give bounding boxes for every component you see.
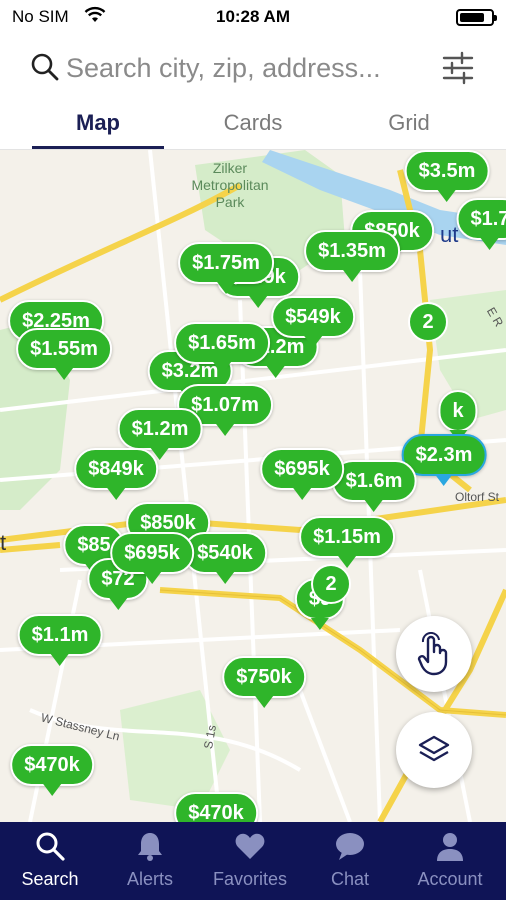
search-icon [31, 53, 59, 81]
battery-icon [456, 9, 497, 26]
hand-tap-icon [417, 632, 448, 676]
tab-cards[interactable]: Cards [188, 110, 318, 136]
cluster-marker[interactable]: 2 [311, 564, 351, 604]
price-pin[interactable]: $3.5m [404, 150, 490, 202]
nav-favorites[interactable]: Favorites [200, 822, 300, 900]
clock: 10:28 AM [215, 7, 290, 26]
price-pin[interactable]: $1.15m [299, 516, 395, 568]
nav-account[interactable]: Account [400, 822, 500, 900]
price-pin[interactable]: $695k [110, 532, 194, 584]
price-pin[interactable]: $750k [222, 656, 306, 708]
map-layers-button[interactable] [396, 712, 472, 788]
price-pin[interactable]: $549k [271, 296, 355, 348]
street-label: Oltorf St [455, 490, 500, 504]
nav-label: Chat [330, 869, 370, 889]
nav-chat[interactable]: Chat [300, 822, 400, 900]
bottom-navigation: Search Alerts Favorites Chat Account [0, 822, 506, 900]
view-tabs: Map Cards Grid [0, 100, 506, 150]
heart-icon [235, 833, 265, 859]
price-pin[interactable]: $540k [183, 532, 267, 584]
map-view[interactable]: Zilker Metropolitan Park W Stassney Ln Olt… [0, 150, 506, 822]
cluster-marker[interactable]: 2 [408, 302, 448, 342]
price-pin[interactable]: $470k [10, 744, 94, 796]
price-pin[interactable]: $1.35m [304, 230, 400, 282]
nav-label: Account [417, 869, 483, 889]
price-pin-selected[interactable]: $2.3m [401, 434, 487, 486]
nav-alerts[interactable]: Alerts [100, 822, 200, 900]
price-pin[interactable]: $470k [174, 792, 258, 822]
draw-search-button[interactable] [396, 616, 472, 692]
price-pin[interactable]: $1.1m [17, 614, 103, 666]
price-pin[interactable]: $849k [74, 448, 158, 500]
search-input[interactable] [66, 48, 426, 88]
street-label: ut [440, 222, 459, 247]
price-pin[interactable]: $1.7 [456, 198, 506, 250]
price-pin[interactable]: $1.55m [16, 328, 112, 380]
chat-bubble-icon [336, 833, 364, 860]
park-label: Zilker Metropolitan Park [191, 160, 269, 210]
nav-label: Search [21, 869, 79, 889]
search-bar [0, 40, 506, 96]
bell-icon [138, 833, 162, 861]
tab-grid[interactable]: Grid [344, 110, 474, 136]
filter-sliders-icon[interactable] [440, 50, 476, 86]
price-pin[interactable]: $695k [260, 448, 344, 500]
street-label: t [0, 530, 7, 555]
price-pin[interactable]: $1.65m [174, 322, 270, 374]
active-tab-indicator [32, 146, 164, 149]
user-icon [437, 833, 463, 861]
layers-icon [418, 735, 450, 762]
price-pin[interactable]: $1.6m [331, 460, 417, 512]
status-bar: No SIM 10:28 AM [0, 0, 506, 34]
nav-label: Alerts [126, 869, 173, 889]
nav-search[interactable]: Search [0, 822, 100, 900]
price-pin[interactable]: $1.2m [117, 408, 203, 460]
price-pin[interactable]: $1.75m [178, 242, 274, 294]
nav-label: Favorites [212, 869, 288, 889]
tab-map[interactable]: Map [33, 110, 163, 136]
search-icon [36, 832, 65, 861]
price-pin[interactable]: k [438, 390, 478, 442]
